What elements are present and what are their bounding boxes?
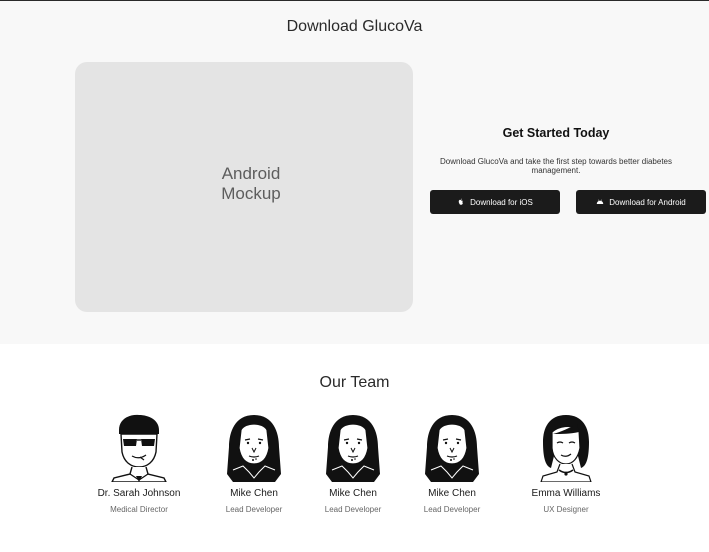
team-member-card: Dr. Sarah Johnson Medical Director	[84, 412, 194, 514]
cta-description: Download GlucoVa and take the first step…	[440, 157, 672, 175]
member-role: Lead Developer	[423, 505, 481, 514]
download-android-label: Download for Android	[609, 197, 686, 207]
download-ios-label: Download for iOS	[470, 197, 533, 207]
android-icon	[596, 198, 604, 206]
team-member-card: Mike Chen Lead Developer	[298, 412, 408, 514]
member-name: Mike Chen	[329, 488, 377, 499]
member-role: Lead Developer	[225, 505, 283, 514]
member-role: Medical Director	[110, 505, 168, 514]
woman-avatar	[540, 415, 592, 482]
member-name: Mike Chen	[428, 488, 476, 499]
member-name: Mike Chen	[230, 488, 278, 499]
android-mockup-placeholder: Android Mockup	[75, 62, 413, 312]
team-member-card: Mike Chen Lead Developer	[397, 412, 507, 514]
member-name: Emma Williams	[531, 488, 601, 499]
member-role: UX Designer	[543, 505, 589, 514]
member-name: Dr. Sarah Johnson	[97, 488, 181, 499]
download-ios-button[interactable]: Download for iOS	[430, 190, 560, 214]
download-android-button[interactable]: Download for Android	[576, 190, 706, 214]
cta-heading: Get Started Today	[502, 126, 610, 140]
team-title: Our Team	[319, 374, 390, 391]
mockup-label: Android Mockup	[221, 164, 281, 203]
team-member-card: Emma Williams UX Designer	[511, 412, 621, 514]
apple-icon	[457, 198, 465, 206]
download-title: Download GlucoVa	[286, 18, 423, 35]
hijab-woman-avatar	[326, 415, 380, 482]
hijab-woman-avatar	[425, 415, 479, 482]
hijab-woman-avatar	[227, 415, 281, 482]
sunglasses-man-avatar	[111, 414, 167, 482]
download-section: Download GlucoVa Android Mockup Get Star…	[0, 1, 709, 344]
member-role: Lead Developer	[324, 505, 382, 514]
team-member-card: Mike Chen Lead Developer	[199, 412, 309, 514]
